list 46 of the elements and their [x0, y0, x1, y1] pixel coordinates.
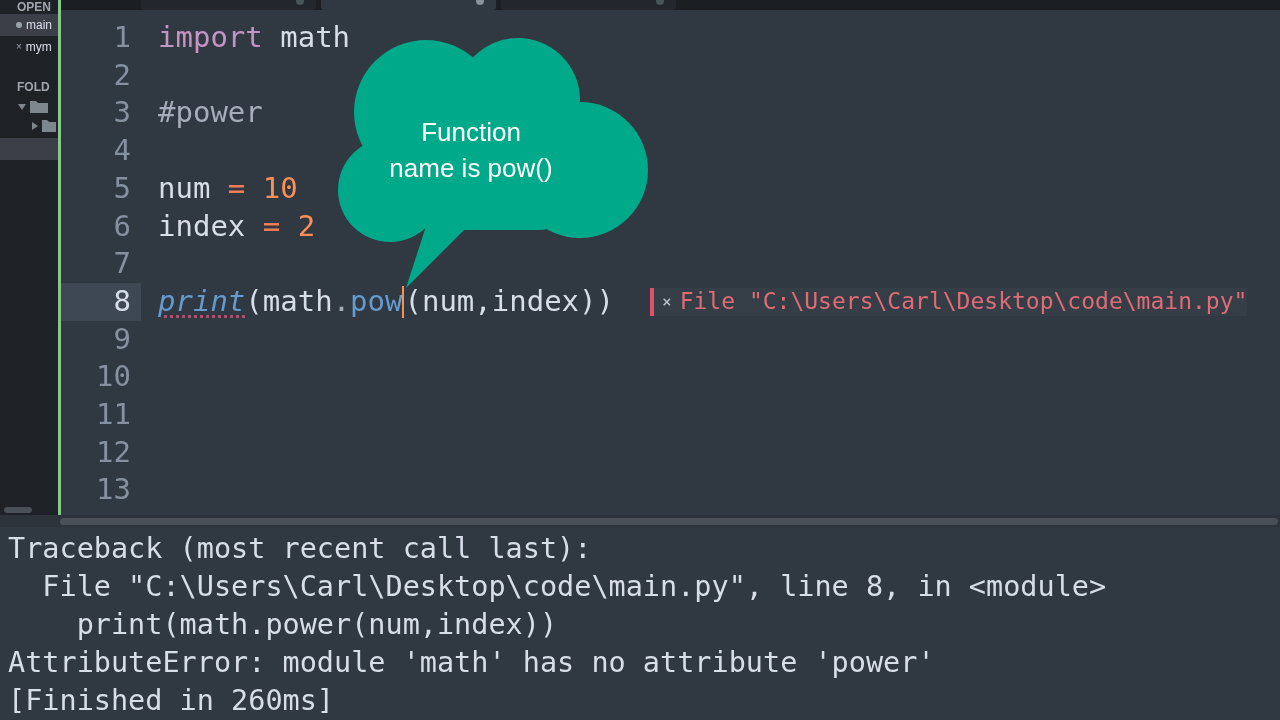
caret-icon: [18, 103, 26, 110]
close-icon: [656, 0, 664, 5]
line-number: 5: [113, 169, 131, 207]
editor-tab[interactable]: [141, 0, 316, 10]
line-number: 13: [96, 471, 131, 509]
callout-text: name is pow(): [389, 152, 553, 185]
scrollbar-thumb[interactable]: [60, 517, 1278, 525]
line-number: 10: [96, 358, 131, 396]
folder-icon: [30, 100, 48, 113]
editor-tab[interactable]: [321, 0, 496, 10]
code-line: import math: [158, 19, 351, 57]
code-line: num = 10: [158, 169, 298, 207]
close-icon: ×: [16, 42, 22, 52]
line-number: 12: [96, 433, 131, 471]
console-line: File "C:\Users\Carl\Desktop\code\main.py", line 8, in <module>: [41, 569, 1108, 605]
error-message: File "C:\Users\Carl\Desktop\code\main.py": [679, 287, 1248, 317]
editor-tab[interactable]: [501, 0, 676, 10]
console-line: AttributeError: module 'math' has no attribute 'power': [8, 645, 936, 681]
sidebar-row[interactable]: [0, 138, 58, 160]
code-line: #power: [158, 94, 263, 132]
line-number: 11: [96, 395, 131, 433]
line-number: 4: [113, 132, 131, 170]
folder-icon: [42, 119, 56, 132]
file-name: main: [26, 17, 52, 34]
folders-header: FOLD: [16, 79, 51, 96]
code-line: index = 2: [158, 207, 316, 245]
console-line: print(math.power(num,index)): [75, 607, 559, 643]
console-line: [Finished in 260ms]: [8, 683, 335, 719]
open-file-item[interactable]: main: [0, 14, 58, 36]
line-number: 7: [113, 245, 131, 283]
line-number: 6: [113, 207, 131, 245]
line-number: 3: [113, 94, 131, 132]
close-icon[interactable]: ×: [662, 289, 672, 314]
scrollbar-thumb[interactable]: [4, 507, 32, 513]
close-icon: [296, 0, 304, 5]
line-number: 1: [113, 19, 131, 57]
callout-text: Function: [421, 116, 521, 149]
code-line: print(math.pow(num,index)): [158, 282, 614, 320]
open-file-item[interactable]: × mym: [0, 36, 58, 58]
line-number: 9: [113, 320, 131, 358]
console-line: Traceback (most recent call last):: [8, 531, 593, 567]
line-number: 8: [113, 282, 131, 320]
caret-icon: [32, 121, 38, 130]
open-files-header: OPEN: [16, 0, 52, 14]
line-number: 2: [113, 56, 131, 94]
file-name: mym: [25, 39, 52, 56]
